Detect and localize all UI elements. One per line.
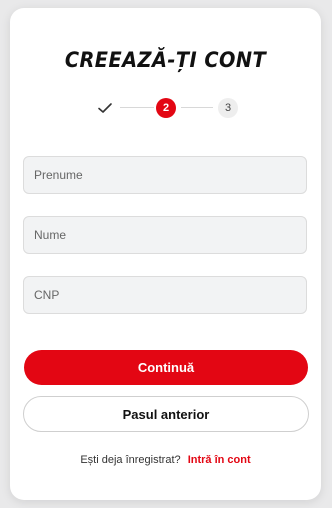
page-title: CREEAZĂ-ȚI CONT [64,48,267,72]
login-question-text: Ești deja înregistrat? [80,454,181,466]
progress-stepper: 2 3 [10,98,321,118]
checkmark-icon [96,99,114,117]
stepper-connector [120,107,154,108]
continue-button[interactable]: Continuă [24,350,308,385]
stepper-connector [181,107,213,108]
login-link[interactable]: Intră în cont [188,454,251,466]
cnp-input[interactable] [23,276,307,314]
previous-step-button[interactable]: Pasul anterior [23,396,309,432]
step-3-upcoming: 3 [218,98,238,118]
step-2-current: 2 [156,98,176,118]
login-prompt: Ești deja înregistrat? Intră în cont [10,454,321,466]
first-name-input[interactable] [23,156,307,194]
last-name-input[interactable] [23,216,307,254]
register-card: CREEAZĂ-ȚI CONT 2 3 Continuă Pasul anter… [10,8,321,500]
